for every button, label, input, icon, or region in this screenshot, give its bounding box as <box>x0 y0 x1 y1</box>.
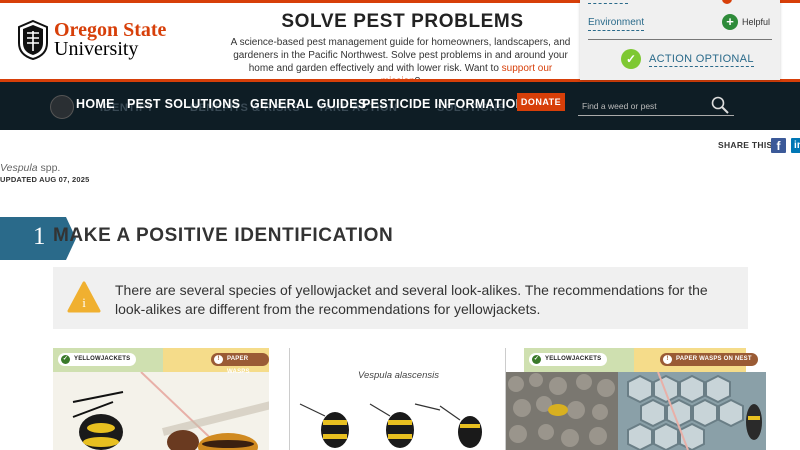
honeycomb-icon <box>627 372 762 450</box>
nav-home[interactable]: HOME <box>76 97 115 111</box>
check-icon: ✓ <box>61 355 70 364</box>
facebook-icon[interactable]: f <box>771 138 786 153</box>
check-icon: ✓ <box>621 49 641 69</box>
warning-icon: i <box>67 281 101 313</box>
site-title: SOLVE PEST PROBLEMS <box>281 11 524 32</box>
scientific-name: Vespula spp. <box>0 162 60 174</box>
yellowjackets-pill-text: YELLOWJACKETS <box>74 356 131 362</box>
wasp-photo-icon <box>72 372 269 450</box>
search-input[interactable] <box>580 97 712 115</box>
step-number: 1 <box>33 223 46 250</box>
genus-name: Vespula <box>0 162 38 174</box>
donate-button[interactable]: DONATE <box>517 93 565 111</box>
gravel-icon <box>508 373 615 447</box>
yellowjackets-pill: ✓ YELLOWJACKETS <box>529 353 608 366</box>
paper-wasps-pill: ! PAPER WASPS <box>211 353 269 375</box>
action-dropdown-panel: Environment + Helpful ✓ ACTION OPTIONAL <box>580 0 780 80</box>
yellowjackets-pill: ✓ YELLOWJACKETS <box>58 353 137 366</box>
share-label: SHARE THIS <box>718 140 773 150</box>
paper-nest-photo <box>618 372 766 450</box>
plus-icon: + <box>722 14 738 30</box>
search-icon[interactable] <box>710 95 730 115</box>
main-navigation: IDENTIFY BENEFITS & RISKS TAKE ACTION SO… <box>0 82 800 130</box>
nav-pest-solutions[interactable]: PEST SOLUTIONS <box>127 97 240 111</box>
step-title: MAKE A POSITIVE IDENTIFICATION <box>53 225 394 246</box>
nav-pesticide-information[interactable]: PESTICIDE INFORMATION <box>362 97 525 111</box>
vespula-alascensis-image: Vespula alascensis <box>290 348 505 450</box>
alert-icon: ! <box>663 355 672 364</box>
dropdown-prev-link[interactable] <box>588 0 628 4</box>
osu-seal-icon <box>18 19 48 61</box>
svg-text:i: i <box>82 295 86 310</box>
nav-general-guides[interactable]: GENERAL GUIDES <box>250 97 367 111</box>
helpful-label: Helpful <box>742 17 771 27</box>
status-dot-icon <box>722 0 732 4</box>
home-icon[interactable] <box>50 95 74 119</box>
search-box <box>578 95 734 116</box>
comparison-image-yellowjacket-vs-paper-wasp: ✓ YELLOWJACKETS ! PAPER WASPS <box>53 348 269 450</box>
alert-icon: ! <box>214 355 223 364</box>
image-caption: Vespula alascensis <box>358 370 439 381</box>
warning-callout: i There are several species of yellowjac… <box>53 267 748 329</box>
logo-text-line2: University <box>54 38 139 60</box>
environment-link[interactable]: Environment <box>588 17 645 31</box>
dropdown-separator <box>588 39 772 40</box>
action-optional-link[interactable]: ACTION OPTIONAL <box>649 53 754 67</box>
paper-wasps-on-nest-pill: ! PAPER WASPS ON NEST <box>660 353 758 366</box>
check-icon: ✓ <box>532 355 541 364</box>
species-suffix: spp. <box>37 162 61 174</box>
linkedin-icon[interactable]: in <box>791 138 800 153</box>
gravel-photo <box>506 372 618 450</box>
osu-logo[interactable]: Oregon State University <box>16 19 166 61</box>
wasp-specimens-icon <box>299 403 482 448</box>
yellowjackets-pill-text: YELLOWJACKETS <box>545 356 602 362</box>
updated-date: UPDATED AUG 07, 2025 <box>0 175 90 184</box>
callout-text: There are several species of yellowjacke… <box>115 282 708 317</box>
comparison-image-nest: ✓ YELLOWJACKETS ! PAPER WASPS ON NEST <box>506 348 766 450</box>
paper-wasps-on-nest-pill-text: PAPER WASPS ON NEST <box>676 356 752 362</box>
